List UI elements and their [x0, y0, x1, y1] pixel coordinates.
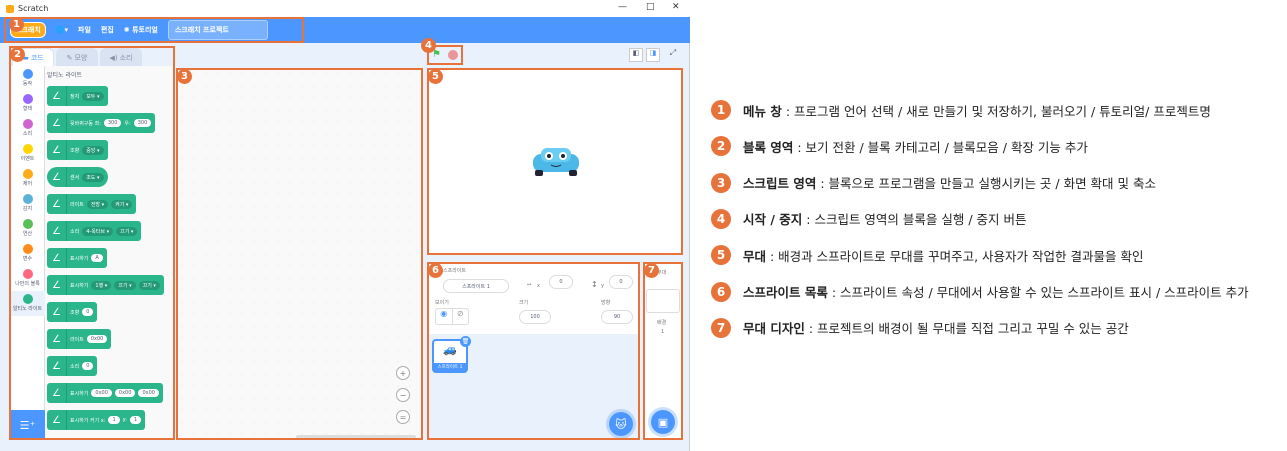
- app-icon: [6, 4, 14, 13]
- legend-text: : 보기 전환 / 블록 카테고리 / 블록모음 / 확장 기능 추가: [793, 139, 1088, 155]
- legend-item: 4 시작 / 중지 : 스크립트 영역의 블록을 실행 / 중지 버튼: [711, 208, 1027, 229]
- legend-number: 6: [711, 281, 731, 302]
- minimize-button[interactable]: —: [618, 2, 627, 12]
- legend-item: 5 무대 : 배경과 스프라이트로 무대를 꾸며주고, 사용자가 작업한 결과물을…: [711, 245, 1144, 266]
- legend-item: 6 스프라이트 목록 : 스프라이트 속성 / 무대에서 사용할 수 있는 스프라…: [711, 281, 1249, 302]
- legend-title: 무대: [743, 248, 767, 264]
- legend-number: 2: [711, 136, 731, 157]
- legend-title: 스크립트 영역: [743, 176, 817, 192]
- callout-stage: [427, 68, 683, 255]
- callout-number: 3: [177, 69, 192, 84]
- legend-number: 7: [711, 317, 731, 338]
- callout-sprites: [427, 262, 640, 440]
- callout-number: 4: [421, 38, 436, 53]
- legend-number: 4: [711, 208, 731, 229]
- legend-text: : 프로젝트의 배경이 될 무대를 직접 그리고 꾸밀 수 있는 공간: [804, 321, 1129, 337]
- callout-number: 2: [10, 47, 25, 62]
- callout-number: 7: [644, 263, 659, 278]
- maximize-button[interactable]: □: [646, 2, 655, 12]
- legend-title: 시작 / 중지: [743, 212, 803, 228]
- legend-item: 7 무대 디자인 : 프로젝트의 배경이 될 무대를 직접 그리고 꾸밀 수 있는…: [711, 317, 1129, 338]
- legend-title: 스프라이트 목록: [743, 285, 828, 300]
- large-stage-button[interactable]: ◨: [646, 48, 660, 62]
- legend-title: 무대 디자인: [743, 321, 805, 337]
- callout-number: 6: [428, 263, 443, 278]
- legend-item: 1 메뉴 창 : 프로그램 언어 선택 / 새로 만들기 및 저장하기, 불러오기…: [711, 100, 1211, 120]
- callout-blocks: [9, 46, 175, 440]
- callout-stage-design: [643, 262, 683, 440]
- legend-text: : 프로그램 언어 선택 / 새로 만들기 및 저장하기, 불러오기 / 튜토리…: [781, 103, 1211, 119]
- callout-script: [176, 68, 423, 440]
- legend-number: 5: [711, 245, 731, 266]
- legend-title: 블록 영역: [743, 139, 794, 155]
- legend-number: 1: [711, 100, 731, 120]
- legend-text: : 블록으로 프로그램을 만들고 실행시키는 곳 / 화면 확대 및 축소: [816, 176, 1156, 192]
- legend-title: 메뉴 창: [743, 103, 782, 119]
- scratch-window: Scratch — □ ✕ 스크래치 🌐▾ 파일 편집 ✺ 튜토리얼 스크래치 …: [0, 0, 690, 451]
- callout-menu: [4, 17, 304, 43]
- small-stage-button[interactable]: ◧: [629, 48, 643, 62]
- legend-text: : 스크립트 영역의 블록을 실행 / 중지 버튼: [802, 212, 1027, 228]
- legend-item: 3 스크립트 영역 : 블록으로 프로그램을 만들고 실행시키는 곳 / 화면 확…: [711, 172, 1156, 193]
- close-button[interactable]: ✕: [672, 2, 680, 12]
- legend-number: 3: [711, 172, 731, 193]
- callout-number: 5: [428, 69, 443, 84]
- legend-item: 2 블록 영역 : 보기 전환 / 블록 카테고리 / 블록모음 / 확장 기능 …: [711, 136, 1088, 157]
- callout-number: 1: [9, 17, 24, 32]
- window-title: Scratch: [18, 4, 49, 13]
- legend-text: : 스프라이트 속성 / 무대에서 사용할 수 있는 스프라이트 표시 / 스프…: [827, 285, 1249, 300]
- title-bar: Scratch — □ ✕: [0, 0, 690, 17]
- legend-text: : 배경과 스프라이트로 무대를 꾸며주고, 사용자가 작업한 결과물을 확인: [766, 248, 1144, 264]
- fullscreen-button[interactable]: ⤢: [666, 48, 680, 62]
